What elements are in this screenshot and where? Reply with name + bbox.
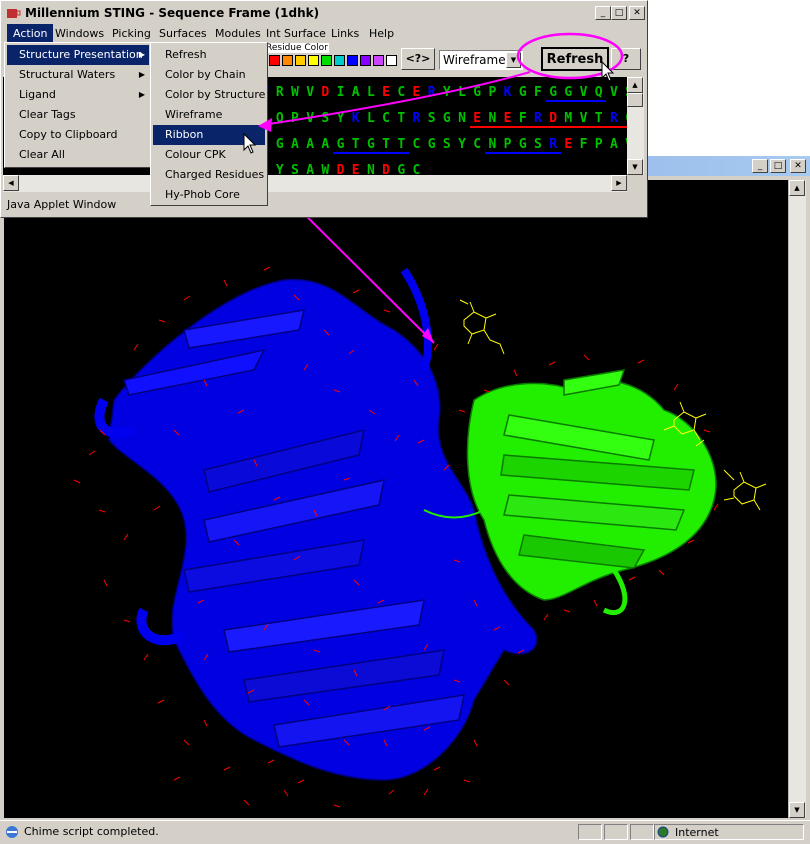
annotation-overlay	[243, 32, 624, 154]
mouse-cursor-icon	[243, 132, 257, 154]
mouse-cursor-icon	[601, 60, 615, 82]
arrowhead-icon	[258, 118, 272, 132]
annotation-arrow-to-ribbon	[261, 71, 531, 126]
